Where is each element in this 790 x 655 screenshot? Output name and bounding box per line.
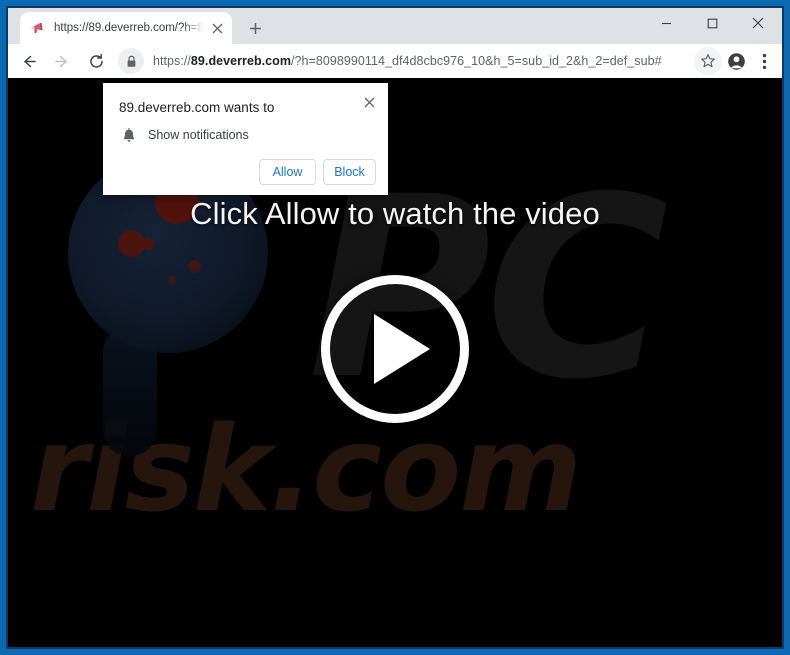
url-path: /?h=8098990114_df4d8cbc976_10&h_5=sub_id… (291, 54, 662, 68)
background-dot (143, 238, 155, 250)
permission-popup-title: 89.deverreb.com wants to (119, 100, 275, 115)
browser-window: https://89.deverreb.com/?h=809 https://8… (8, 8, 782, 647)
page-headline: Click Allow to watch the video (190, 196, 600, 231)
three-dot-menu-icon[interactable] (750, 47, 778, 75)
minimize-button[interactable] (644, 8, 688, 38)
profile-avatar-icon[interactable] (722, 47, 750, 75)
background-dot (168, 276, 176, 284)
tab-strip: https://89.deverreb.com/?h=809 (8, 8, 782, 44)
url-scheme: https:// (153, 54, 191, 68)
address-bar[interactable]: https://89.deverreb.com/?h=8098990114_df… (118, 48, 690, 74)
bell-icon (121, 127, 137, 145)
forward-arrow-icon (48, 47, 76, 75)
url-text: https://89.deverreb.com/?h=8098990114_df… (153, 54, 662, 68)
close-icon[interactable] (358, 91, 380, 113)
page-content: PC risk.com Click Allow to watch the vid… (8, 78, 782, 647)
maximize-button[interactable] (690, 8, 734, 38)
background-blob-tail (103, 326, 157, 456)
play-triangle-icon (374, 314, 430, 384)
block-button[interactable]: Block (323, 159, 376, 185)
notification-permission-popup: 89.deverreb.com wants to Show notificati… (103, 83, 388, 195)
permission-option-label: Show notifications (148, 128, 249, 142)
close-button[interactable] (736, 8, 780, 38)
background-dot (118, 230, 145, 257)
star-icon[interactable] (694, 47, 722, 75)
url-host: 89.deverreb.com (190, 54, 292, 68)
background-dot (188, 260, 201, 273)
tab-title: https://89.deverreb.com/?h=809 (54, 22, 204, 34)
new-tab-button[interactable] (242, 15, 268, 41)
tab-close-icon[interactable] (206, 17, 228, 39)
window-frame: https://89.deverreb.com/?h=809 https://8… (0, 0, 790, 655)
browser-toolbar: https://89.deverreb.com/?h=8098990114_df… (8, 44, 782, 78)
back-arrow-icon[interactable] (14, 47, 42, 75)
allow-button[interactable]: Allow (259, 159, 316, 185)
reload-icon[interactable] (82, 47, 110, 75)
browser-tab[interactable]: https://89.deverreb.com/?h=809 (20, 12, 232, 44)
play-button[interactable] (321, 275, 469, 423)
lock-icon[interactable] (118, 48, 144, 74)
megaphone-icon (30, 20, 46, 36)
